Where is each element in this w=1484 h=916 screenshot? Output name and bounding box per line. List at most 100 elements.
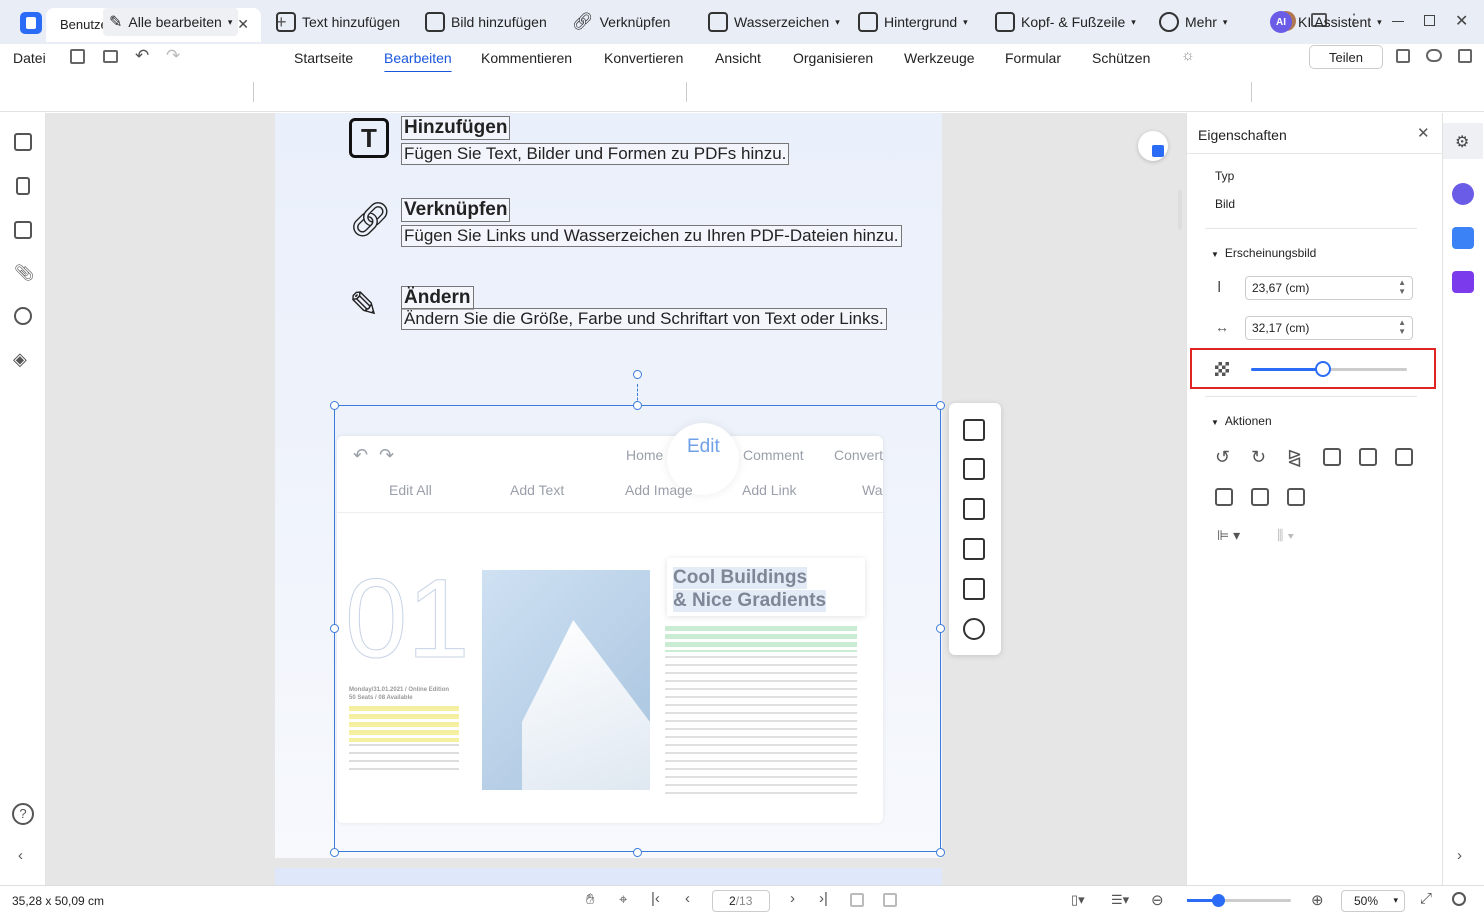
ocr-text-icon[interactable] [1251,488,1269,506]
layers-icon[interactable]: ◈ [13,349,27,370]
menu-formular[interactable]: Formular [1005,50,1061,66]
check-task-icon[interactable] [1452,271,1474,293]
menu-bearbeiten[interactable]: Bearbeiten [384,50,452,74]
first-page-icon[interactable]: |‹ [651,890,660,907]
add-text-button[interactable]: Text hinzufügen [272,8,404,36]
replace-image-icon[interactable] [1395,448,1413,466]
flip-horizontal-icon[interactable]: ⧎ [1287,447,1302,468]
feature-title[interactable]: Ändern [401,286,474,310]
link-button[interactable]: 🔗︎ Verknüpfen [568,8,674,36]
properties-tab[interactable]: ⚙ [1443,123,1483,159]
menu-kommentieren[interactable]: Kommentieren [481,50,572,66]
translate-image-icon[interactable] [963,578,985,600]
save-icon[interactable] [70,49,85,64]
opacity-slider[interactable] [1251,361,1407,377]
zoom-select[interactable]: 50% ▾ [1341,890,1405,912]
zoom-thumb[interactable] [1211,894,1225,907]
crop-icon[interactable] [963,419,985,441]
convert-word-icon[interactable] [1138,131,1168,161]
fullscreen-icon[interactable]: ⤢ [1420,890,1432,907]
help-icon[interactable]: ? [12,803,34,825]
replace-image-icon[interactable] [963,458,985,480]
last-page-icon[interactable]: ›| [819,890,828,907]
next-page-icon[interactable]: › [790,890,795,907]
appearance-section[interactable]: ▼ Erscheinungsbild [1211,246,1316,260]
zoom-out-icon[interactable]: ⊖ [1151,891,1164,909]
hand-tool-icon[interactable]: ✋︎ [586,891,595,908]
stepper-icon[interactable]: ▲ ▼ [1398,318,1406,336]
opacity-thumb[interactable] [1315,361,1331,377]
width-field[interactable]: 32,17 (cm) ▲ ▼ [1245,316,1413,340]
menu-schuetzen[interactable]: Schützen [1092,50,1150,66]
feature-title[interactable]: Hinzufügen [401,116,511,140]
bookmark-icon[interactable] [16,177,30,195]
collapse-left-icon[interactable]: ‹ [18,847,23,864]
save-image-icon[interactable] [963,498,985,520]
feature-title[interactable]: Verknüpfen [401,198,511,222]
page-input[interactable]: 2/13 [712,890,770,912]
close-window-icon[interactable]: ✕ [1455,11,1468,31]
background-button[interactable]: Hintergrund ▾ [854,8,972,36]
feature-description[interactable]: Fügen Sie Links und Wasserzeichen zu Ihr… [401,225,902,247]
save-image-icon[interactable] [1215,488,1233,506]
lightbulb-icon[interactable]: ☼ [1181,47,1195,64]
edit-all-button[interactable]: ✎ Alle bearbeiten ▾ [103,8,239,36]
view-mode-icon[interactable]: ☰▾ [1111,892,1129,908]
menu-organisieren[interactable]: Organisieren [793,50,873,66]
comment-icon[interactable] [14,221,32,239]
prev-page-icon[interactable]: ‹ [685,890,690,907]
collapse-right-icon[interactable]: › [1457,847,1462,864]
status-more-icon[interactable] [1452,892,1466,906]
attachment-icon[interactable]: 📎︎ [14,263,34,283]
resize-handle[interactable] [330,848,339,857]
resize-handle[interactable] [936,848,945,857]
select-tool-icon[interactable]: ⌖ [619,891,627,908]
rotate-right-icon[interactable]: ↻ [1251,447,1266,468]
redo-icon[interactable]: ↷ [166,46,180,66]
resize-handle[interactable] [633,848,642,857]
resize-handle[interactable] [330,624,339,633]
workflow-icon[interactable] [1396,49,1410,63]
ai-shape-icon[interactable] [963,618,985,640]
flip-vertical-icon[interactable] [1323,448,1341,466]
rotate-handle[interactable] [633,370,642,379]
ai-assistant-button[interactable]: AI KI Assistent ▾ [1266,8,1386,36]
translate-image-icon[interactable] [1287,488,1305,506]
height-field[interactable]: 23,67 (cm) ▲ ▼ [1245,276,1413,300]
feature-description[interactable]: Fügen Sie Text, Bilder und Formen zu PDF… [401,143,790,165]
align-icon[interactable]: ⊫ ▾ [1217,527,1240,544]
maximize-icon[interactable] [1424,15,1435,26]
resize-handle[interactable] [633,401,642,410]
add-image-button[interactable]: Bild hinzufügen [421,8,551,36]
stepper-icon[interactable]: ▲ ▼ [1398,278,1406,296]
resize-handle[interactable] [936,401,945,410]
cloud-upload-icon[interactable] [1426,49,1442,62]
crop-icon[interactable] [1359,448,1377,466]
page-layout-icon[interactable]: ▯▾ [1071,892,1085,908]
print-icon[interactable] [103,50,118,63]
rotate-left-icon[interactable]: ↺ [1215,447,1230,468]
menu-startseite[interactable]: Startseite [294,50,353,66]
close-panel-icon[interactable]: ✕ [1417,124,1430,142]
zoom-slider[interactable] [1187,894,1291,907]
menu-werkzeuge[interactable]: Werkzeuge [904,50,975,66]
vertical-scrollbar[interactable] [1178,190,1182,230]
resize-handle[interactable] [936,624,945,633]
minimize-icon[interactable] [1392,21,1404,22]
zoom-in-icon[interactable]: ⊕ [1311,891,1324,909]
undo-icon[interactable]: ↶ [135,46,149,66]
header-footer-button[interactable]: Kopf- & Fußzeile ▾ [991,8,1140,36]
ocr-text-icon[interactable] [963,538,985,560]
thumbnail-icon[interactable] [14,133,32,151]
more-button[interactable]: Mehr ▾ [1155,8,1231,36]
menu-konvertieren[interactable]: Konvertieren [604,50,683,66]
close-tab-icon[interactable]: ✕ [237,16,249,33]
actions-section[interactable]: ▼ Aktionen [1211,414,1272,428]
menu-ansicht[interactable]: Ansicht [715,50,761,66]
share-button[interactable]: Teilen [1309,45,1383,69]
watermark-button[interactable]: Wasserzeichen ▾ [704,8,844,36]
translate-icon[interactable] [1452,227,1474,249]
panel-toggle-icon[interactable] [1458,49,1472,63]
menu-file[interactable]: Datei [13,50,46,66]
resize-handle[interactable] [330,401,339,410]
